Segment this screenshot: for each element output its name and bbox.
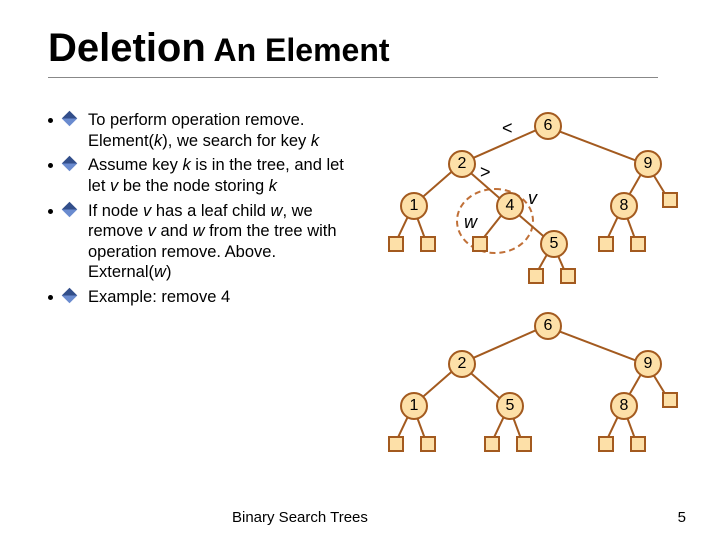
tree-node: 5 [496, 392, 524, 420]
tree-leaf [528, 268, 544, 284]
bullet-1: Assume key k is in the tree, and let let… [64, 155, 354, 196]
tree-leaf [662, 192, 678, 208]
tree-node: 1 [400, 392, 428, 420]
tree-diagram-after: 6 2 9 1 5 8 [370, 310, 700, 470]
title-sub: An Element [206, 32, 390, 68]
tree-node: 5 [540, 230, 568, 258]
tree-leaf [420, 436, 436, 452]
tree-edge [547, 326, 648, 366]
tree-leaf [598, 236, 614, 252]
tree-edge [547, 126, 648, 166]
tree-leaf [388, 436, 404, 452]
footer-page: 5 [678, 509, 686, 526]
tree-label: w [464, 212, 477, 233]
tree-label: < [502, 118, 513, 139]
tree-leaf [484, 436, 500, 452]
tree-node: 4 [496, 192, 524, 220]
tree-label: v [528, 188, 537, 209]
tree-node: 2 [448, 150, 476, 178]
tree-node: 9 [634, 150, 662, 178]
bullet-0: To perform operation remove. Element(k),… [64, 110, 354, 151]
tree-leaf [516, 436, 532, 452]
footer-title: Binary Search Trees [232, 509, 368, 526]
bullet-2: If node v has a leaf child w, we remove … [64, 201, 354, 284]
tree-diagram-before: 6 2 9 1 4 8 5 < > v w [370, 110, 700, 290]
tree-node: 8 [610, 192, 638, 220]
title-main: Deletion [48, 26, 206, 70]
tree-leaf [560, 268, 576, 284]
tree-label: > [480, 162, 491, 183]
tree-leaf [630, 436, 646, 452]
tree-leaf [420, 236, 436, 252]
tree-node: 1 [400, 192, 428, 220]
bullet-list: To perform operation remove. Element(k),… [64, 110, 354, 312]
tree-node: 6 [534, 112, 562, 140]
tree-node: 2 [448, 350, 476, 378]
tree-leaf [598, 436, 614, 452]
tree-leaf [472, 236, 488, 252]
tree-node: 6 [534, 312, 562, 340]
tree-leaf [662, 392, 678, 408]
bullet-3: Example: remove 4 [64, 287, 354, 308]
slide-title: Deletion An Element [48, 26, 658, 78]
tree-leaf [630, 236, 646, 252]
tree-leaf [388, 236, 404, 252]
tree-node: 9 [634, 350, 662, 378]
tree-node: 8 [610, 392, 638, 420]
